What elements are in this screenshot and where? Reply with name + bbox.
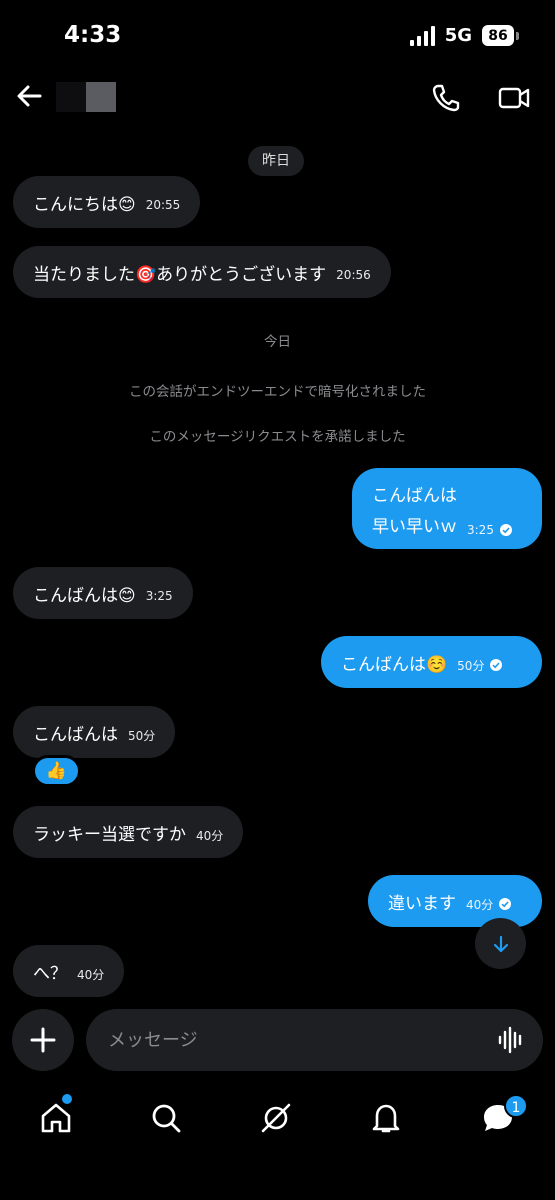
date-divider-yesterday: 昨日 (248, 146, 304, 176)
search-icon[interactable] (148, 1100, 184, 1136)
phone-icon[interactable] (430, 82, 462, 114)
message-time: 3:25 (145, 589, 173, 603)
network-type: 5G (444, 25, 472, 46)
avatar[interactable] (56, 82, 116, 112)
message-time: 40分 (77, 967, 105, 982)
message-text: 当たりました🎯ありがとうございます (33, 264, 327, 285)
message-bubble-outgoing[interactable]: 違います 40分 (368, 875, 542, 927)
attach-button[interactable] (12, 1009, 74, 1071)
grok-icon[interactable] (258, 1100, 294, 1136)
home-icon[interactable] (38, 1100, 74, 1136)
message-text: 違います (388, 893, 456, 914)
read-check-icon (490, 659, 503, 671)
message-time: 20:56 (336, 268, 371, 282)
message-text-line: 早い早いｗ (372, 517, 457, 537)
message-bubble-incoming[interactable]: 当たりました🎯ありがとうございます 20:56 (13, 246, 391, 298)
message-text: こんばんは☺️ (341, 654, 448, 675)
status-time: 4:33 (64, 22, 122, 48)
status-bar: 4:33 5G 86 (0, 0, 555, 72)
date-divider-today: 今日 (264, 334, 291, 350)
message-text: へ？ (33, 963, 67, 984)
message-bubble-incoming[interactable]: こんにちは😊 20:55 (13, 176, 201, 228)
voice-waveform-icon[interactable] (497, 1026, 525, 1054)
bell-icon[interactable] (368, 1100, 404, 1136)
message-time: 3:25 (467, 523, 494, 537)
message-text: ラッキー当選ですか (33, 824, 186, 845)
message-text: こんにちは😊 (33, 194, 136, 215)
message-text: こんばんは (33, 724, 118, 745)
plus-icon (30, 1027, 56, 1053)
scroll-to-bottom-button[interactable] (475, 918, 526, 969)
bottom-tab-bar (0, 1090, 555, 1150)
message-text: こんばんは😊 (33, 585, 136, 606)
message-time: 20:55 (145, 198, 181, 212)
message-text-line: こんばんは (372, 486, 457, 506)
message-input[interactable] (108, 1009, 468, 1071)
message-bubble-incoming[interactable]: ラッキー当選ですか 40分 (13, 806, 244, 858)
read-check-icon (499, 524, 512, 536)
message-composer (86, 1009, 543, 1071)
home-notification-dot (62, 1094, 72, 1104)
back-arrow-icon[interactable] (14, 80, 46, 112)
message-time: 50分 (128, 728, 156, 743)
encryption-notice: この会話がエンドツーエンドで暗号化されました (129, 384, 426, 400)
message-time: 50分 (457, 658, 485, 673)
read-check-icon (499, 898, 512, 910)
battery-icon: 86 (482, 25, 519, 46)
message-bubble-incoming[interactable]: へ？ 40分 (13, 945, 125, 997)
message-bubble-incoming[interactable]: こんばんは😊 3:25 (13, 567, 193, 619)
battery-level: 86 (482, 25, 514, 46)
status-indicators: 5G 86 (409, 25, 519, 46)
message-bubble-outgoing[interactable]: こんばんは 早い早いｗ 3:25 (352, 468, 542, 549)
video-camera-icon[interactable] (497, 82, 531, 114)
message-reaction[interactable]: 👍 (32, 755, 81, 787)
message-time: 40分 (466, 897, 494, 912)
chat-header (0, 72, 555, 124)
signal-icon (409, 25, 435, 46)
message-bubble-outgoing[interactable]: こんばんは☺️ 50分 (321, 636, 542, 688)
messages-badge: 1 (504, 1094, 528, 1118)
message-time: 40分 (196, 828, 224, 843)
request-accepted-notice: このメッセージリクエストを承諾しました (149, 429, 406, 445)
message-bubble-incoming[interactable]: こんばんは 50分 (13, 706, 176, 758)
arrow-down-icon (493, 935, 508, 952)
